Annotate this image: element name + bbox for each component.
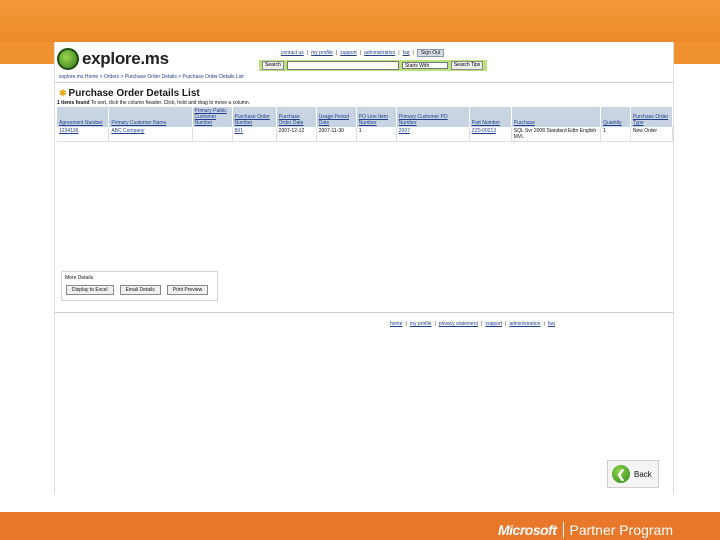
top-orange-band [0, 0, 720, 42]
my-profile-link[interactable]: my profile [311, 50, 333, 56]
back-button[interactable]: ❮ Back [607, 460, 659, 488]
divider [55, 82, 673, 83]
globe-icon [57, 48, 79, 70]
cell-usage-period-date: 2007-11-30 [316, 127, 357, 142]
cell-purchase-order-number[interactable]: 891 [232, 127, 277, 142]
col-purchase-order-number[interactable]: Purchase Order Number [232, 107, 277, 127]
footer-support-link[interactable]: support [485, 321, 502, 327]
star-icon: ✱ [59, 88, 67, 98]
col-purchase[interactable]: Purchase [511, 107, 602, 127]
footer-home-link[interactable]: home [390, 321, 403, 327]
screenshot-frame: explore.ms contact us | my profile | suppo… [54, 42, 674, 494]
cell-purchase: SQL Svr 2008 Standard Edtn English MVL [511, 127, 602, 142]
col-purchase-order-type[interactable]: Purchase Order Type [630, 107, 674, 127]
items-found-count: 1 items found [57, 100, 90, 106]
microsoft-partner-program-logo: Microsoft Partner Program [498, 522, 673, 538]
cell-purchase-order-date: 2007-12-12 [276, 127, 317, 142]
match-mode-select[interactable]: Starts With [401, 62, 448, 69]
col-purchase-order-date[interactable]: Purchase Order Date [276, 107, 317, 127]
print-preview-button[interactable]: Print Preview [166, 285, 209, 295]
table-row: 1234136 ABC Company 891 2007-12-12 2007-… [57, 127, 674, 142]
page-title-text: Purchase Order Details List [68, 88, 200, 99]
results-summary: 1 items found To sort, click the column … [57, 100, 250, 106]
logo-text: explore.ms [82, 49, 169, 68]
cell-quantity: 1 [600, 127, 631, 142]
col-part-number[interactable]: Part Number [469, 107, 512, 127]
footer-administration-link[interactable]: administration [509, 321, 540, 327]
page-title: ✱ Purchase Order Details List [59, 88, 200, 99]
match-mode-value: Starts With [404, 63, 430, 69]
col-po-line-item-number[interactable]: PO Line Item Number [356, 107, 397, 127]
search-bar: Search Starts With Search Tips [259, 60, 487, 71]
search-tips-button[interactable]: Search Tips [450, 61, 484, 70]
footer-my-profile-link[interactable]: my profile [410, 321, 432, 327]
sign-out-button[interactable]: Sign Out [416, 49, 445, 57]
more-details-label: More Details [65, 275, 94, 281]
col-primary-public-customer-number[interactable]: Primary Public Customer Number [192, 107, 233, 127]
cell-primary-public-customer-number [192, 127, 233, 142]
cell-purchase-order-type: New Order [630, 127, 674, 142]
back-label: Back [634, 469, 652, 479]
col-quantity[interactable]: Quantity [600, 107, 631, 127]
sort-hint: To sort, click the column header. Click,… [90, 100, 251, 106]
search-button[interactable]: Search [262, 61, 284, 70]
purchase-order-table: Agreement Number Primary Customer Name P… [57, 107, 674, 142]
footer-links: home | my profile | privacy statement | sup… [390, 321, 555, 327]
brand-divider [562, 522, 564, 538]
footer-faq-link[interactable]: faq [548, 321, 555, 327]
cell-primary-customer-name[interactable]: ABC Company [108, 127, 193, 142]
breadcrumb[interactable]: explore.ms Home > Orders > Purchase Orde… [59, 74, 244, 80]
footer-divider [55, 312, 673, 313]
partner-program-text: Partner Program [569, 522, 673, 538]
search-input[interactable] [286, 61, 399, 70]
col-primary-customer-po-number[interactable]: Primary Customer PO Number [396, 107, 470, 127]
col-usage-period-date[interactable]: Usage Period Date [316, 107, 357, 127]
site-logo[interactable]: explore.ms [57, 48, 169, 70]
support-link[interactable]: support [340, 50, 357, 56]
cell-part-number[interactable]: ZZ0-00213 [469, 127, 512, 142]
faq-link[interactable]: faq [403, 50, 410, 56]
cell-primary-customer-po-number[interactable]: 2007 [396, 127, 470, 142]
footer-privacy-link[interactable]: privacy statement [439, 321, 478, 327]
cell-po-line-item-number: 1 [356, 127, 397, 142]
col-primary-customer-name[interactable]: Primary Customer Name [108, 107, 193, 127]
administration-link[interactable]: administration [364, 50, 395, 56]
more-details-panel: More Details Display to Excel Email Deta… [61, 271, 218, 301]
table-header-row: Agreement Number Primary Customer Name P… [57, 107, 674, 127]
more-details-buttons: Display to Excel Email Details Print Pre… [66, 285, 209, 295]
cell-agreement-number[interactable]: 1234136 [57, 127, 110, 142]
back-arrow-icon: ❮ [612, 465, 630, 483]
col-agreement-number[interactable]: Agreement Number [57, 107, 110, 127]
microsoft-wordmark: Microsoft [498, 522, 557, 538]
display-to-excel-button[interactable]: Display to Excel [66, 285, 114, 295]
contact-us-link[interactable]: contact us [281, 50, 304, 56]
email-details-button[interactable]: Email Details [119, 285, 161, 295]
top-nav-links: contact us | my profile | support | adminis… [281, 49, 445, 57]
